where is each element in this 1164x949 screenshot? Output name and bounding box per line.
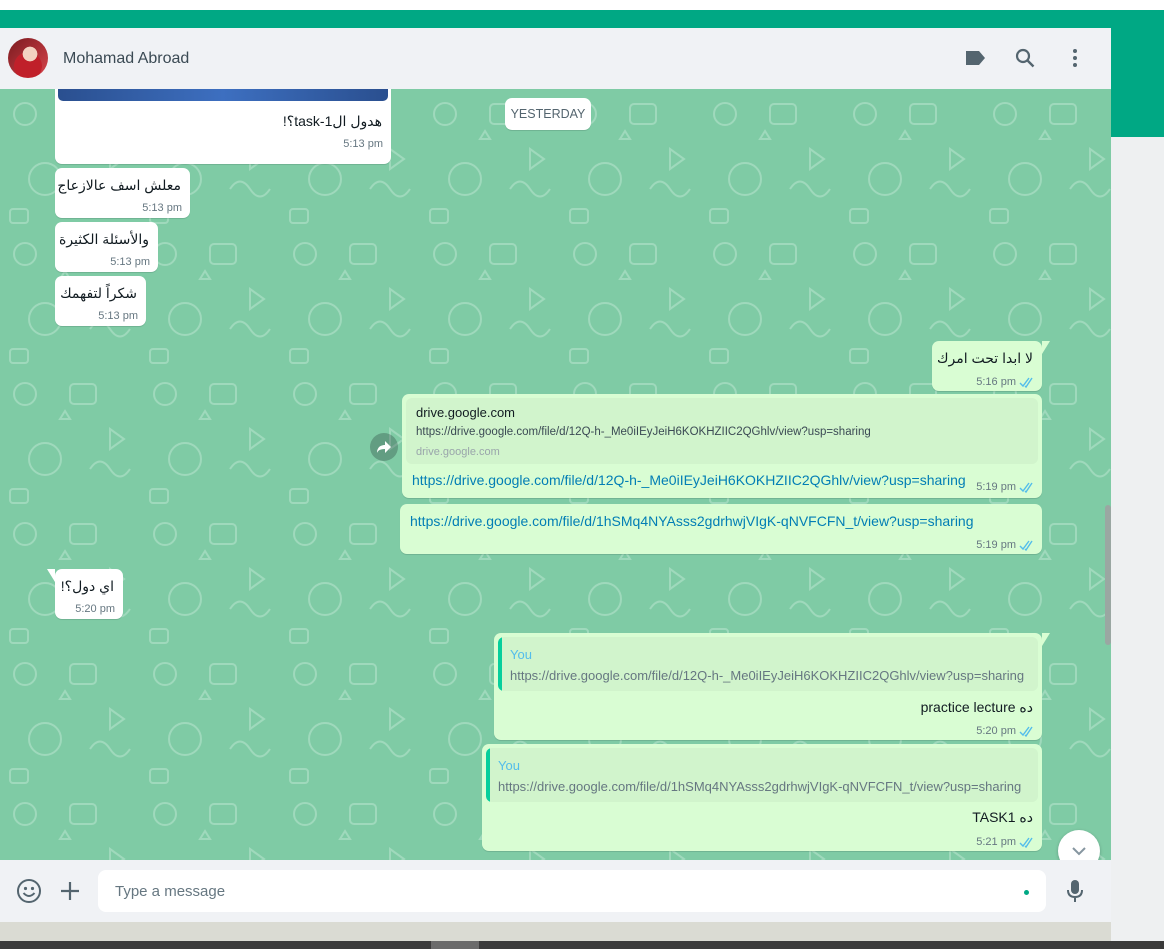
message-input-placeholder: Type a message: [115, 883, 226, 900]
message-text: لا ابدا تحت امرك: [936, 350, 1033, 366]
avatar[interactable]: [8, 38, 48, 78]
message-time: 5:13 pm: [343, 138, 383, 150]
quoted-author: You: [498, 758, 520, 773]
message-outgoing-reply[interactable]: You https://drive.google.com/file/d/1hSM…: [482, 744, 1042, 851]
message-time: 5:20 pm: [976, 725, 1016, 737]
message-time: 5:13 pm: [110, 256, 150, 268]
message-time: 5:13 pm: [142, 202, 182, 214]
read-ticks-icon: [1019, 726, 1033, 737]
image-thumbnail[interactable]: [58, 89, 388, 101]
read-ticks-icon: [1019, 540, 1033, 551]
message-time: 5:13 pm: [98, 310, 138, 322]
date-divider: YESTERDAY: [505, 98, 591, 130]
message-link[interactable]: https://drive.google.com/file/d/12Q-h-_M…: [412, 472, 966, 488]
contact-name[interactable]: Mohamad Abroad: [63, 50, 189, 68]
read-ticks-icon: [1019, 837, 1033, 848]
chevron-down-icon: [1072, 847, 1086, 856]
microphone-icon[interactable]: [1061, 877, 1089, 905]
horizontal-scrollbar[interactable]: [0, 941, 1164, 949]
read-ticks-icon: [1019, 482, 1033, 493]
message-incoming-image[interactable]: هدول ال1-task؟! 5:13 pm: [55, 89, 391, 164]
message-incoming[interactable]: اي دول؟! 5:20 pm: [47, 569, 123, 619]
message-outgoing-reply[interactable]: You https://drive.google.com/file/d/12Q-…: [494, 633, 1050, 740]
message-incoming[interactable]: معلش اسف عالازعاج 5:13 pm: [55, 168, 190, 218]
link-preview[interactable]: drive.google.com https://drive.google.co…: [406, 398, 1038, 464]
message-text: هدول ال1-task؟!: [282, 113, 382, 129]
quoted-text: https://drive.google.com/file/d/12Q-h-_M…: [510, 668, 1025, 683]
message-time: 5:21 pm: [976, 836, 1016, 848]
message-input[interactable]: Type a message: [98, 870, 1046, 912]
link-preview-domain: drive.google.com: [416, 446, 500, 458]
message-text: اي دول؟!: [60, 578, 114, 594]
message-outgoing[interactable]: لا ابدا تحت امرك 5:16 pm: [932, 341, 1050, 391]
message-time: 5:16 pm: [976, 376, 1016, 388]
link-preview-url: https://drive.google.com/file/d/12Q-h-_M…: [416, 426, 871, 438]
scrollbar-thumb[interactable]: [431, 941, 479, 949]
message-time: 5:19 pm: [976, 481, 1016, 493]
quote-accent-bar: [486, 748, 490, 802]
quoted-message[interactable]: You https://drive.google.com/file/d/1hSM…: [486, 748, 1038, 802]
message-text: شكراً لتفهمك: [60, 285, 137, 301]
typing-indicator-dot: [1024, 890, 1029, 895]
message-incoming[interactable]: شكراً لتفهمك 5:13 pm: [55, 276, 146, 326]
link-preview-title: drive.google.com: [416, 405, 515, 420]
message-time: 5:19 pm: [976, 539, 1016, 551]
chat-header[interactable]: Mohamad Abroad: [0, 28, 1111, 89]
message-text: ده practice lecture: [920, 699, 1033, 715]
attach-plus-icon[interactable]: [56, 877, 84, 905]
quote-accent-bar: [498, 637, 502, 691]
message-incoming[interactable]: والأسئلة الكثيرة 5:13 pm: [55, 222, 158, 272]
menu-icon[interactable]: [1063, 46, 1087, 70]
read-ticks-icon: [1019, 377, 1033, 388]
bubble-tail-icon: [1042, 341, 1050, 354]
message-outgoing-link[interactable]: drive.google.com https://drive.google.co…: [402, 394, 1042, 498]
label-icon[interactable]: [963, 46, 987, 70]
message-time: 5:20 pm: [75, 603, 115, 615]
quoted-message[interactable]: You https://drive.google.com/file/d/12Q-…: [498, 637, 1038, 691]
chat-window: Mohamad Abroad هدول ال1-task؟! 5:13 pm Y…: [0, 28, 1111, 922]
vertical-scrollbar-thumb[interactable]: [1105, 505, 1111, 645]
message-link[interactable]: https://drive.google.com/file/d/1hSMq4NY…: [410, 513, 974, 529]
message-text: والأسئلة الكثيرة: [58, 231, 149, 247]
right-background-panel: [1111, 137, 1164, 949]
message-text: معلش اسف عالازعاج: [57, 177, 181, 193]
search-icon[interactable]: [1013, 46, 1037, 70]
message-text: ده TASK1: [972, 809, 1033, 825]
quoted-text: https://drive.google.com/file/d/1hSMq4NY…: [498, 779, 1022, 794]
quoted-author: You: [510, 647, 532, 662]
bubble-tail-icon: [1042, 633, 1050, 646]
emoji-icon[interactable]: [15, 877, 43, 905]
message-outgoing-link[interactable]: https://drive.google.com/file/d/1hSMq4NY…: [400, 504, 1042, 554]
window-top-strip: [0, 0, 1164, 10]
composer: Type a message: [0, 860, 1111, 922]
bubble-tail-icon: [47, 569, 55, 582]
message-list[interactable]: هدول ال1-task؟! 5:13 pm YESTERDAY معلش ا…: [0, 89, 1111, 860]
forward-icon[interactable]: [370, 433, 398, 461]
